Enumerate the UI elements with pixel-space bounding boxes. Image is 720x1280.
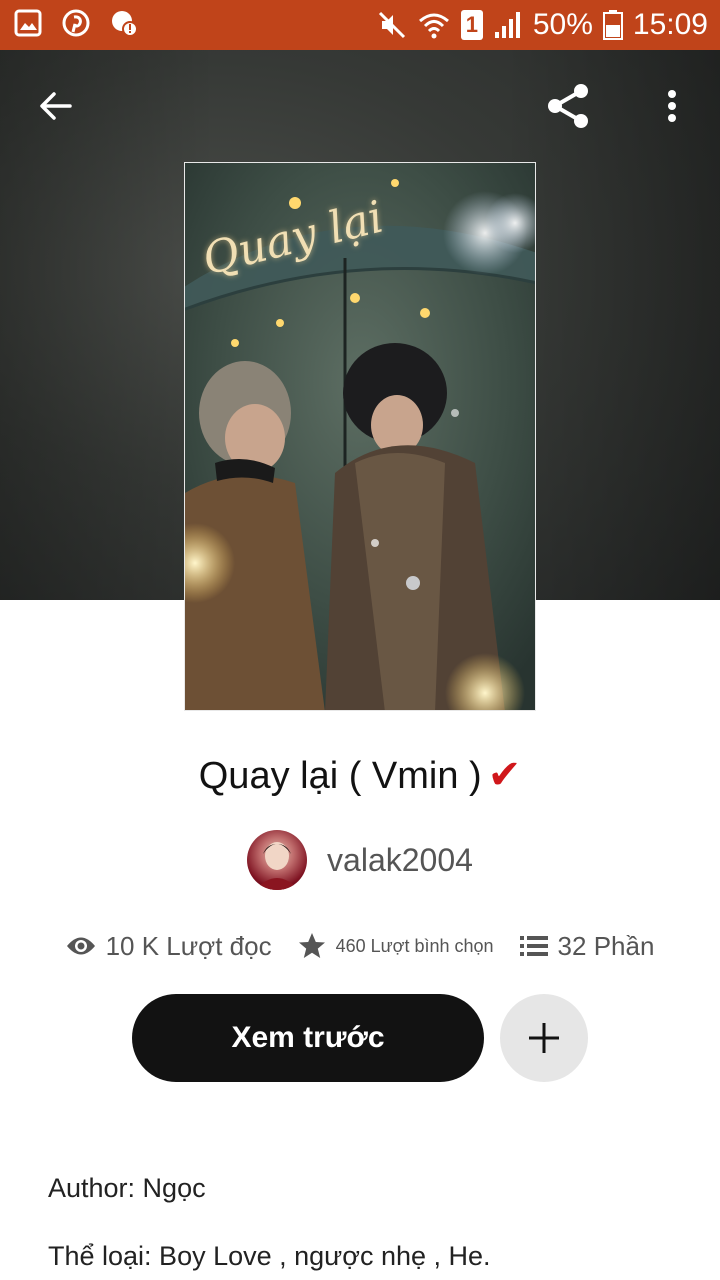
story-title-text: Quay lại ( Vmin ) <box>198 755 482 797</box>
notification-icons <box>14 9 138 37</box>
read-preview-button[interactable]: Xem trước <box>132 994 484 1082</box>
more-vert-icon <box>668 90 676 122</box>
more-options-button[interactable] <box>644 78 700 134</box>
author-row[interactable]: valak2004 <box>0 830 720 890</box>
votes-stat: 460 Lượt bình chọn <box>298 932 494 960</box>
battery-percent: 50% <box>532 8 593 41</box>
signal-icon <box>494 12 520 38</box>
share-icon <box>548 84 588 128</box>
story-stats: 10 K Lượt đọc 460 Lượt bình chọn 32 Phần <box>0 926 720 966</box>
story-title: Quay lại ( Vmin ) ✔ <box>0 752 720 799</box>
list-icon <box>519 936 548 956</box>
verified-check-icon: ✔ <box>487 752 522 798</box>
app-alert-icon <box>112 11 138 37</box>
action-row: Xem trước <box>132 994 588 1082</box>
pinterest-icon <box>62 9 90 37</box>
parts-stat: 32 Phần <box>519 930 655 962</box>
battery-icon <box>602 10 623 40</box>
reads-count: 10 K Lượt đọc <box>105 930 272 961</box>
story-cover[interactable]: Quay lại <box>184 162 536 711</box>
wifi-icon <box>418 13 449 39</box>
mute-icon <box>378 11 405 39</box>
parts-count: 32 Phần <box>557 930 655 961</box>
story-description: Author: Ngọc Thể loại: Boy Love , ngược … <box>48 1170 688 1280</box>
back-button[interactable] <box>28 78 84 134</box>
system-icons: 1 50% 15:09 <box>377 6 708 44</box>
description-line: Thể loại: Boy Love , ngược nhẹ , He. <box>48 1241 491 1271</box>
back-arrow-icon <box>40 92 72 120</box>
add-to-library-button[interactable] <box>500 994 588 1082</box>
share-button[interactable] <box>540 78 596 134</box>
star-icon <box>298 933 325 958</box>
reads-stat: 10 K Lượt đọc <box>66 931 272 962</box>
votes-count: 460 Lượt bình chọn <box>335 935 494 956</box>
description-line: Author: Ngọc <box>48 1173 206 1203</box>
plus-icon <box>529 1023 559 1053</box>
clock: 15:09 <box>632 8 708 41</box>
status-bar: 1 50% 15:09 <box>0 0 720 50</box>
sim-slot-badge: 1 <box>460 10 483 40</box>
eye-icon <box>66 937 95 955</box>
author-name[interactable]: valak2004 <box>327 842 473 879</box>
author-avatar[interactable] <box>247 830 308 890</box>
gallery-icon <box>14 9 42 37</box>
avatar-image <box>255 842 300 890</box>
